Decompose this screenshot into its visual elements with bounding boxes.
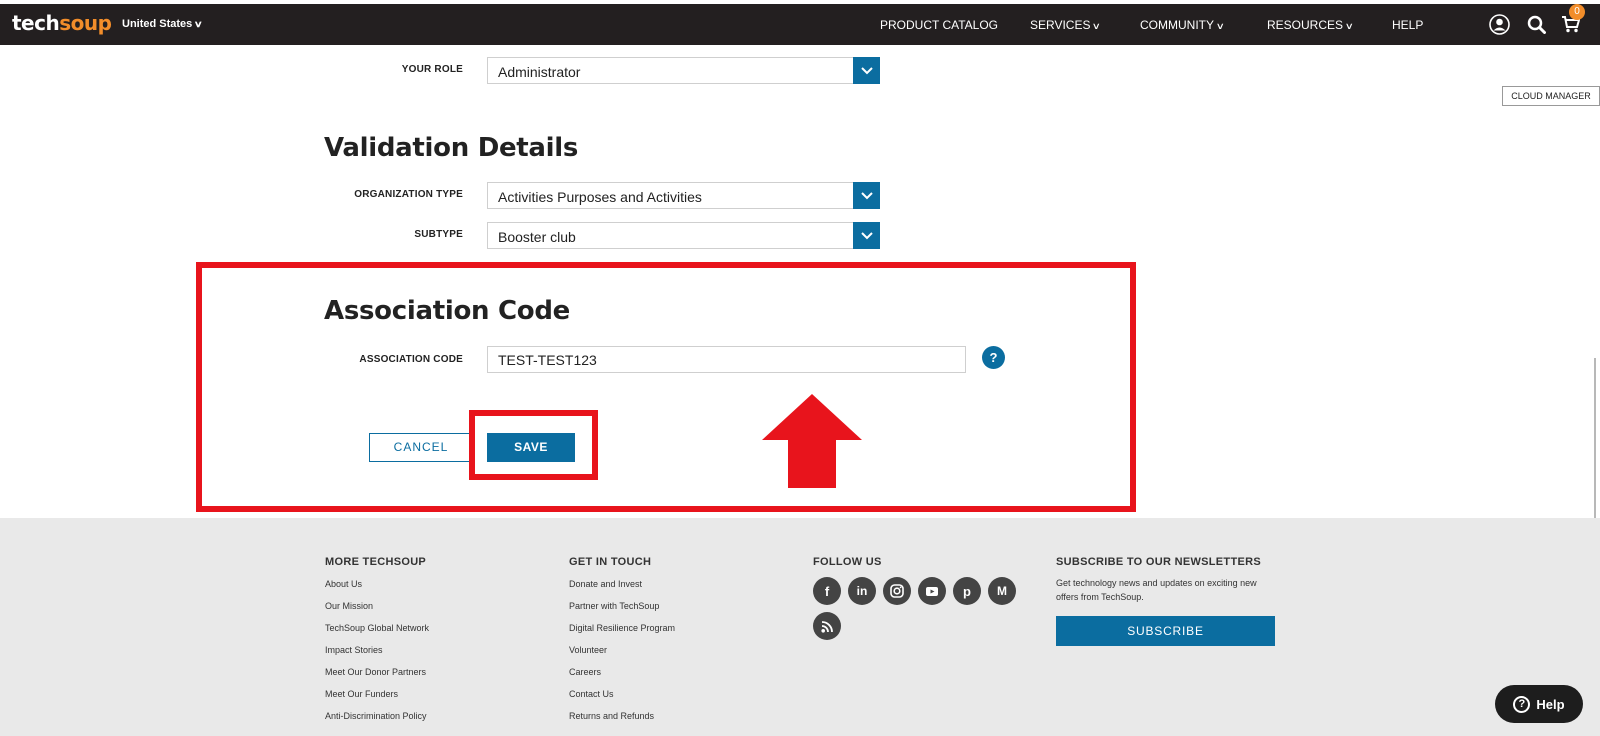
pinterest-icon[interactable]: p <box>953 577 981 605</box>
footer-link-funders[interactable]: Meet Our Funders <box>325 689 398 699</box>
logo-text-soup: soup <box>59 11 112 35</box>
question-circle-icon: ? <box>1513 695 1531 713</box>
footer-link-about-us[interactable]: About Us <box>325 579 362 589</box>
instagram-icon[interactable] <box>883 577 911 605</box>
techsoup-logo[interactable]: techsoup <box>12 11 112 35</box>
cart-count-badge: 0 <box>1569 4 1585 20</box>
subtype-select[interactable]: Booster club <box>487 222 880 249</box>
footer-link-contact-us[interactable]: Contact Us <box>569 689 614 699</box>
footer-link-impact-stories[interactable]: Impact Stories <box>325 645 383 655</box>
nav-services-label: SERVICES <box>1030 18 1091 32</box>
organization-type-select[interactable]: Activities Purposes and Activities <box>487 182 880 209</box>
search-icon[interactable] <box>1527 15 1546 39</box>
validation-details-heading: Validation Details <box>324 133 579 163</box>
nav-community[interactable]: COMMUNITY ∨ <box>1140 18 1225 32</box>
footer-newsletter-heading: SUBSCRIBE TO OUR NEWSLETTERS <box>1056 556 1261 568</box>
nav-help[interactable]: HELP <box>1392 18 1423 32</box>
chevron-down-icon <box>853 222 880 249</box>
role-select[interactable]: Administrator <box>487 57 880 84</box>
footer-link-partner[interactable]: Partner with TechSoup <box>569 601 659 611</box>
linkedin-icon[interactable]: in <box>848 577 876 605</box>
footer-link-careers[interactable]: Careers <box>569 667 601 677</box>
footer-link-volunteer[interactable]: Volunteer <box>569 645 607 655</box>
chevron-down-icon: ∨ <box>193 19 204 29</box>
footer-link-global-network[interactable]: TechSoup Global Network <box>325 623 429 633</box>
nav-help-label: HELP <box>1392 18 1424 32</box>
newsletter-description: Get technology news and updates on excit… <box>1056 578 1257 602</box>
subscribe-button[interactable]: SUBSCRIBE <box>1056 616 1275 646</box>
chevron-down-icon <box>853 182 880 209</box>
footer-get-in-touch-heading: GET IN TOUCH <box>569 556 652 568</box>
cloud-manager-button[interactable]: CLOUD MANAGER <box>1502 86 1600 106</box>
nav-product-catalog-label: PRODUCT CATALOG <box>880 18 999 32</box>
nav-resources[interactable]: RESOURCES ∨ <box>1267 18 1354 32</box>
subtype-value: Booster club <box>498 229 576 245</box>
subtype-label: SUBTYPE <box>414 229 463 240</box>
chevron-down-icon: ∨ <box>1215 21 1225 31</box>
organization-type-label: ORGANIZATION TYPE <box>354 189 463 200</box>
country-selector[interactable]: United States ∨ <box>122 18 204 30</box>
top-navigation-bar: techsoup United States ∨ PRODUCT CATALOG … <box>0 4 1600 45</box>
rss-icon[interactable] <box>813 612 841 640</box>
footer-link-donate[interactable]: Donate and Invest <box>569 579 642 589</box>
footer <box>0 518 1600 736</box>
highlight-box-save-button <box>469 410 598 480</box>
country-label: United States <box>122 18 193 30</box>
footer-link-digital-resilience[interactable]: Digital Resilience Program <box>569 623 675 633</box>
nav-community-label: COMMUNITY <box>1140 18 1214 32</box>
highlight-box-association-section <box>196 262 1136 512</box>
chevron-down-icon: ∨ <box>1092 21 1102 31</box>
help-widget-button[interactable]: ? Help <box>1495 685 1583 723</box>
footer-link-returns[interactable]: Returns and Refunds <box>569 711 654 721</box>
role-label: YOUR ROLE <box>401 64 463 75</box>
nav-services[interactable]: SERVICES ∨ <box>1030 18 1102 32</box>
role-value: Administrator <box>498 64 581 80</box>
facebook-icon[interactable]: f <box>813 577 841 605</box>
footer-link-anti-discrimination[interactable]: Anti-Discrimination Policy <box>325 711 427 721</box>
red-arrow-up-icon <box>762 394 862 488</box>
nav-resources-label: RESOURCES <box>1267 18 1344 32</box>
footer-more-techsoup-heading: MORE TECHSOUP <box>325 556 427 568</box>
footer-link-donor-partners[interactable]: Meet Our Donor Partners <box>325 667 426 677</box>
footer-link-our-mission[interactable]: Our Mission <box>325 601 373 611</box>
organization-type-value: Activities Purposes and Activities <box>498 189 702 205</box>
footer-follow-us-heading: FOLLOW US <box>813 556 882 568</box>
chevron-down-icon: ∨ <box>1344 21 1354 31</box>
youtube-icon[interactable] <box>918 577 946 605</box>
chevron-down-icon <box>853 57 880 84</box>
medium-icon[interactable]: M <box>988 577 1016 605</box>
logo-text-tech: tech <box>12 11 60 35</box>
account-icon[interactable] <box>1489 14 1510 40</box>
nav-product-catalog[interactable]: PRODUCT CATALOG <box>880 18 998 32</box>
help-widget-label: Help <box>1536 696 1565 712</box>
